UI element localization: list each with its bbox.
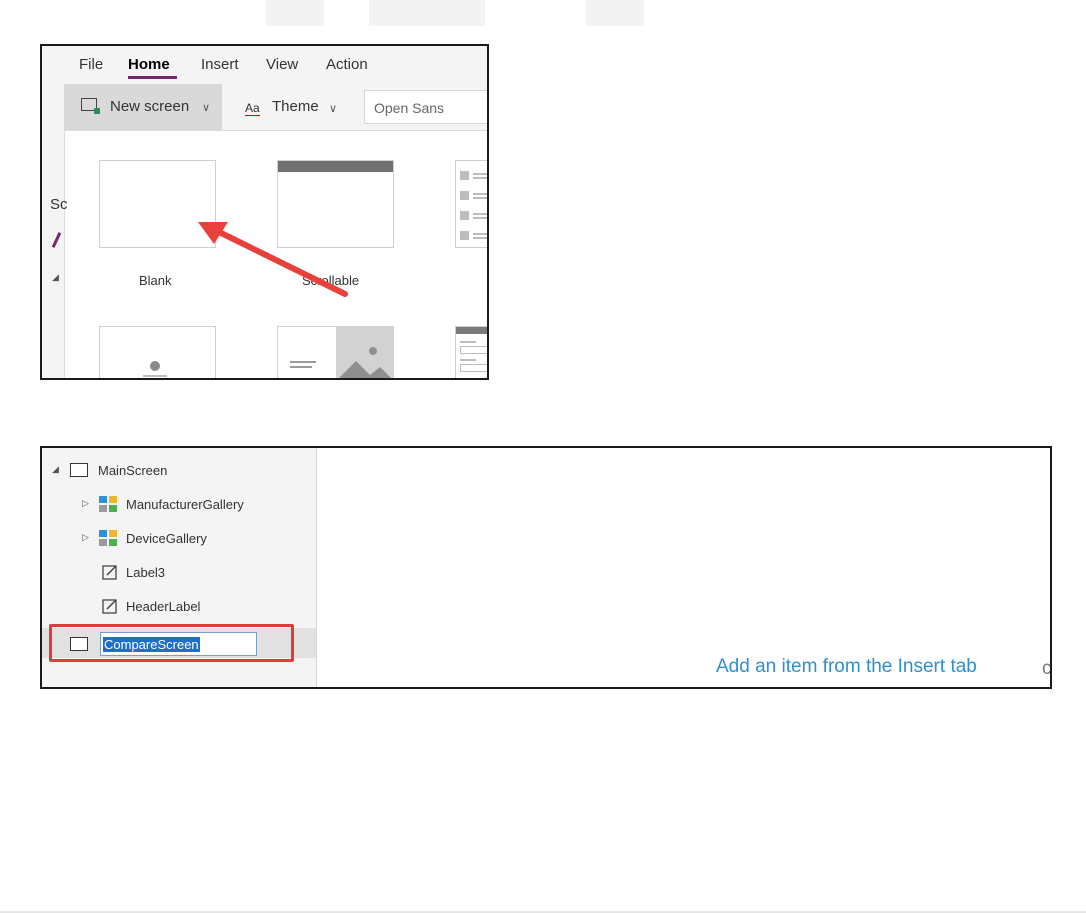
tree-item-mainscreen[interactable]: ◢ MainScreen — [42, 456, 316, 486]
tree-item-manufacturergallery[interactable]: ▷ ManufacturerGallery — [42, 490, 316, 520]
tree-item-label3[interactable]: Label3 — [42, 558, 316, 588]
gallery-icon — [99, 496, 117, 512]
screen-icon — [70, 463, 88, 477]
expanded-caret-icon[interactable]: ◢ — [52, 464, 59, 475]
truncated-text-fragment: c — [1042, 658, 1052, 679]
highlight-box — [49, 624, 294, 662]
tree-view-pane: ◢ MainScreen ▷ ManufacturerGallery ▷ Dev… — [42, 448, 317, 687]
canvas-hint: Add an item from the Insert tab — [716, 656, 977, 677]
tree-item-label: Label3 — [126, 565, 166, 580]
tree-item-headerlabel[interactable]: HeaderLabel — [42, 592, 316, 622]
collapsed-caret-icon[interactable]: ▷ — [82, 498, 89, 509]
label-edit-icon — [102, 598, 118, 614]
tree-item-label: ManufacturerGallery — [126, 497, 244, 512]
tree-item-devicegallery[interactable]: ▷ DeviceGallery — [42, 524, 316, 554]
collapsed-caret-icon[interactable]: ▷ — [82, 532, 89, 543]
tree-view-screenshot: ◢ MainScreen ▷ ManufacturerGallery ▷ Dev… — [40, 446, 1052, 689]
tree-item-label: DeviceGallery — [126, 531, 207, 546]
label-edit-icon — [102, 564, 118, 580]
tree-item-label: HeaderLabel — [126, 599, 201, 614]
tree-item-label: MainScreen — [98, 463, 168, 478]
gallery-icon — [99, 530, 117, 546]
